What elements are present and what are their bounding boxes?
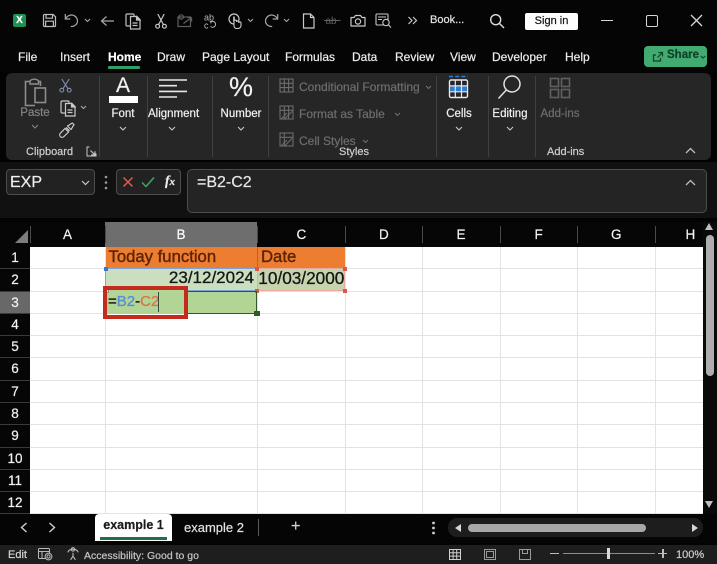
- svg-text:c: c: [204, 21, 209, 30]
- svg-text:ab: ab: [326, 16, 338, 27]
